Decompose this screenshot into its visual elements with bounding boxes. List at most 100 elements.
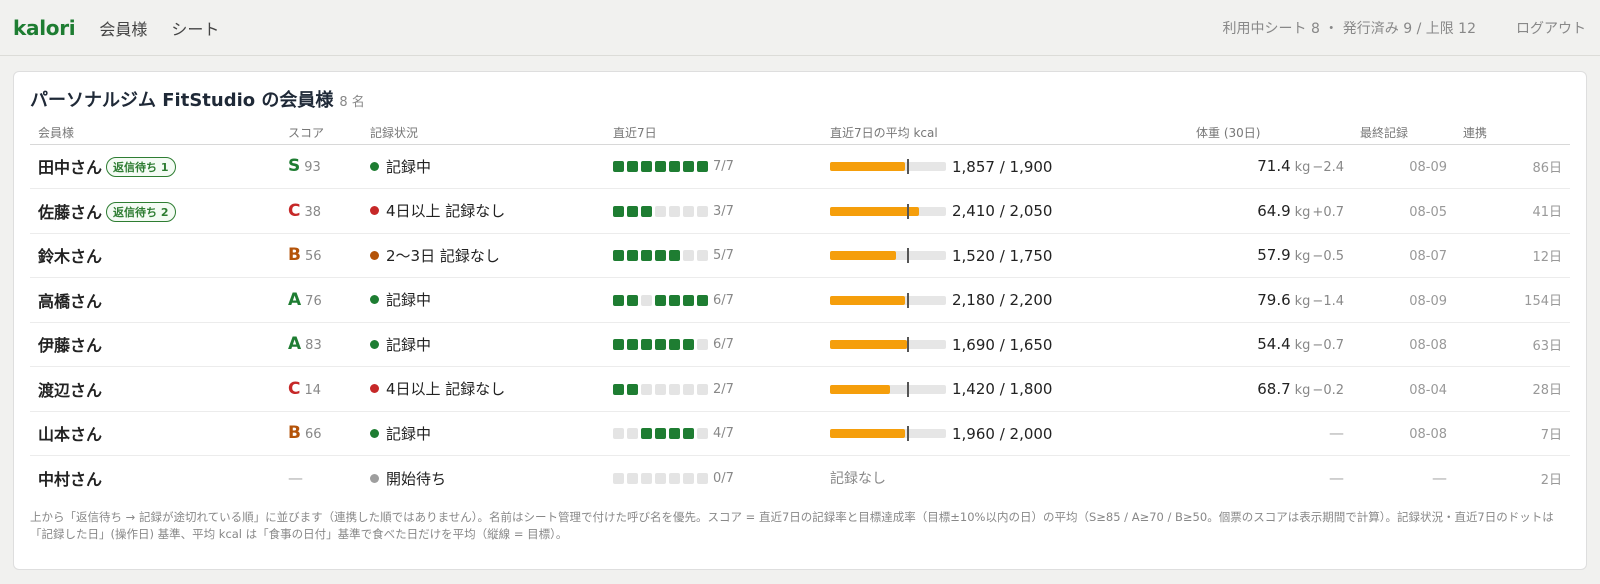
record-status: 記録中 <box>386 424 432 443</box>
kcal-bar-fill <box>830 206 920 216</box>
table-row[interactable]: 高橋さん A 76 記録中 6/7 2,180 / 2,200 79.6 kg −1.4 08-0… <box>30 277 1570 323</box>
kcal-bar <box>830 203 946 219</box>
avg-kcal: 1,520 / 1,750 <box>952 246 1053 265</box>
col-last-record: 最終記録 <box>1352 122 1455 145</box>
day-dot <box>683 205 694 217</box>
last-record-date: 08-09 <box>1409 293 1447 309</box>
member-name[interactable]: 佐藤さん <box>38 203 102 222</box>
day-dot <box>627 161 638 173</box>
score-grade: C <box>288 200 301 221</box>
members-table: 会員様 スコア 記録状況 直近7日 直近7日の平均 kcal 体重 (30日) … <box>30 122 1570 500</box>
day-dot <box>683 339 694 351</box>
table-row[interactable]: 山本さん B 66 記録中 4/7 1,960 / 2,000 — 08-08 7日 <box>30 411 1570 456</box>
record-days: 0/7 <box>713 471 734 486</box>
nav-members[interactable]: 会員様 <box>99 16 147 40</box>
member-name[interactable]: 田中さん <box>38 158 102 177</box>
weight-value: 64.9 <box>1257 201 1291 220</box>
member-name[interactable]: 中村さん <box>38 470 102 489</box>
record-days: 5/7 <box>713 248 734 264</box>
member-name[interactable]: 山本さん <box>38 425 102 444</box>
day-dot <box>655 473 666 484</box>
score-value: 38 <box>304 204 322 220</box>
day-dot <box>669 250 680 262</box>
kcal-bar <box>830 426 946 441</box>
nav-sheets[interactable]: シート <box>171 16 219 40</box>
score-empty: — <box>288 469 303 487</box>
page-title: パーソナルジム FitStudio の会員様 <box>30 90 334 111</box>
day-dot <box>641 294 652 306</box>
status-dot-icon <box>370 206 379 216</box>
record-days: 4/7 <box>713 426 734 442</box>
top-nav-bar: kalori 会員様 シート 利用中シート 8 ・ 発行済み 9 / 上限 12… <box>0 0 1600 56</box>
col-weight: 体重 (30日) <box>1188 122 1352 145</box>
col-last7: 直近7日 <box>605 122 822 145</box>
linked-days: 154日 <box>1524 294 1562 310</box>
last-record-date: 08-08 <box>1409 427 1447 443</box>
last7-dots <box>613 205 708 217</box>
day-dot <box>627 339 638 351</box>
table-row[interactable]: 田中さん 返信待ち 1 S 93 記録中 7/7 1,857 / 1,900 71.4 kg −2… <box>30 144 1570 189</box>
kcal-bar <box>830 159 946 174</box>
member-name[interactable]: 高橋さん <box>38 292 102 311</box>
brand-logo[interactable]: kalori <box>13 16 76 40</box>
col-status: 記録状況 <box>362 122 605 145</box>
table-row[interactable]: 伊藤さん A 83 記録中 6/7 1,690 / 1,650 54.4 kg −0.7 08-0… <box>30 322 1570 367</box>
record-status: 4日以上 記録なし <box>386 202 506 221</box>
day-dot <box>655 161 666 173</box>
day-dot <box>641 205 652 217</box>
weight-empty: — <box>1329 424 1344 443</box>
reply-pending-badge[interactable]: 返信待ち 2 <box>106 201 176 222</box>
col-score: スコア <box>280 122 362 145</box>
day-dot <box>613 250 624 262</box>
weight-empty: — <box>1329 469 1344 487</box>
reply-pending-badge[interactable]: 返信待ち 1 <box>106 157 176 178</box>
avg-kcal: 2,410 / 2,050 <box>952 202 1053 220</box>
kcal-target-marker <box>907 292 909 308</box>
member-name[interactable]: 渡辺さん <box>38 381 102 400</box>
status-dot-icon <box>370 161 379 171</box>
score-grade: B <box>288 423 301 444</box>
day-dot <box>627 473 638 484</box>
last-record-date: 08-04 <box>1409 382 1447 398</box>
col-avg-kcal: 直近7日の平均 kcal <box>822 122 1188 145</box>
day-dot <box>655 205 666 217</box>
avg-kcal: 1,420 / 1,800 <box>952 380 1053 398</box>
table-row[interactable]: 佐藤さん 返信待ち 2 C 38 4日以上 記録なし 3/7 2,410 / 2,050 64… <box>30 188 1570 234</box>
day-dot <box>683 250 694 262</box>
day-dot <box>655 339 666 351</box>
day-dot <box>669 161 680 173</box>
last7-dots <box>613 294 708 306</box>
record-status: 4日以上 記録なし <box>386 380 506 399</box>
table-row[interactable]: 鈴木さん B 56 2〜3日 記録なし 5/7 1,520 / 1,750 57.9 kg −0… <box>30 233 1570 278</box>
day-dot <box>697 428 708 440</box>
table-row[interactable]: 中村さん — 開始待ち 0/7 記録なし — — 2日 <box>30 456 1570 501</box>
day-dot <box>613 428 624 440</box>
member-count: 8 名 <box>339 95 365 110</box>
day-dot <box>613 473 624 484</box>
weight-diff: −2.4 <box>1312 160 1344 176</box>
day-dot <box>641 383 652 395</box>
day-dot <box>683 473 694 484</box>
score-grade: B <box>288 245 301 266</box>
member-name[interactable]: 鈴木さん <box>38 247 102 266</box>
last7-dots <box>613 473 708 484</box>
kcal-target-marker <box>907 159 909 174</box>
score-value: 14 <box>304 382 322 398</box>
status-dot-icon <box>370 250 379 260</box>
table-row[interactable]: 渡辺さん C 14 4日以上 記録なし 2/7 1,420 / 1,800 68.7 kg −0… <box>30 366 1570 412</box>
day-dot <box>655 383 666 395</box>
record-days: 2/7 <box>713 381 734 397</box>
weight-unit: kg <box>1294 382 1311 398</box>
avg-kcal-empty: 記録なし <box>830 471 886 487</box>
kcal-bar-fill <box>830 429 906 438</box>
weight-diff: +0.7 <box>1312 204 1344 220</box>
weight-diff: −0.7 <box>1312 338 1344 354</box>
score-value: 93 <box>304 160 321 176</box>
logout-link[interactable]: ログアウト <box>1516 18 1586 38</box>
member-name[interactable]: 伊藤さん <box>38 336 102 355</box>
seat-quota: 利用中シート 8 ・ 発行済み 9 / 上限 12 <box>1222 20 1477 37</box>
day-dot <box>641 473 652 484</box>
status-dot-icon <box>370 473 379 483</box>
day-dot <box>669 294 680 306</box>
kcal-bar <box>830 248 946 263</box>
